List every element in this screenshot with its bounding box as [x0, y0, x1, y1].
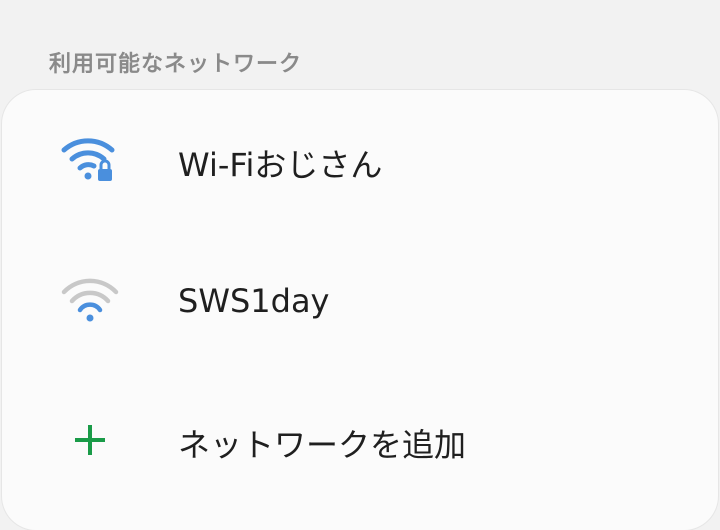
network-item-wifi-ojisan[interactable]: Wi-Fiおじさん: [2, 90, 718, 230]
add-network-label: ネットワークを追加: [178, 426, 467, 464]
network-name: SWS1day: [178, 282, 330, 320]
network-item-sws1day[interactable]: SWS1day: [2, 232, 718, 372]
wifi-open-icon: [60, 276, 120, 328]
add-network-button[interactable]: ネットワークを追加: [2, 370, 718, 510]
available-networks-header: 利用可能なネットワーク: [49, 52, 303, 77]
wifi-locked-icon: [60, 134, 120, 186]
network-name: Wi-Fiおじさん: [178, 146, 383, 184]
plus-icon: [60, 414, 120, 466]
network-list-card: Wi-Fiおじさん SWS1day ネットワークを追加: [2, 90, 718, 530]
